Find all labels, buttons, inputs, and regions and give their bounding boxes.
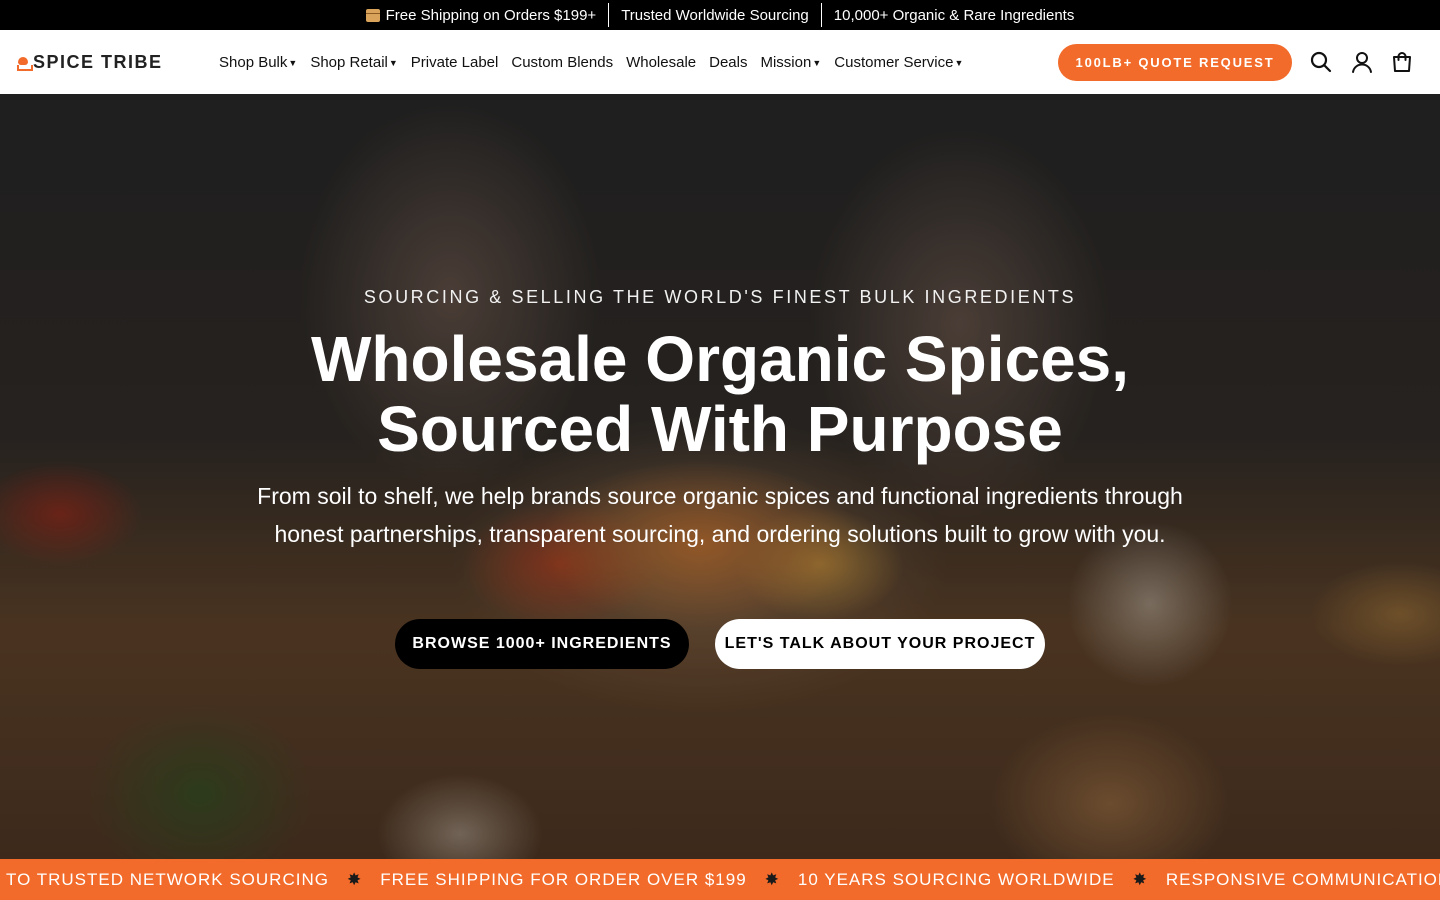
hero-section: SOURCING & SELLING THE WORLD'S FINEST BU…	[0, 94, 1440, 859]
hero-title-line2: Sourced With Purpose	[377, 393, 1063, 465]
caret-down-icon: ▼	[388, 58, 398, 68]
nav-label: Customer Service	[834, 53, 954, 71]
nav-custom-blends[interactable]: Custom Blends	[511, 54, 613, 71]
package-icon	[365, 8, 380, 22]
caret-down-icon: ▼	[288, 58, 298, 68]
nav-label: Custom Blends	[511, 53, 614, 71]
announcement-bar: Free Shipping on Orders $199+ Trusted Wo…	[0, 0, 1440, 30]
tribe-logo-icon	[16, 56, 33, 71]
nav-label: Wholesale	[626, 53, 697, 71]
marquee-track: TO TRUSTED NETWORK SOURCING ✸ FREE SHIPP…	[6, 870, 1440, 890]
account-icon[interactable]	[1350, 50, 1374, 74]
browse-ingredients-button[interactable]: BROWSE 1000+ INGREDIENTS	[395, 619, 689, 669]
caret-down-icon: ▼	[954, 58, 964, 68]
search-icon[interactable]	[1309, 50, 1333, 74]
nav-label: Shop Retail	[310, 53, 388, 71]
benefits-marquee: TO TRUSTED NETWORK SOURCING ✸ FREE SHIPP…	[0, 859, 1440, 900]
caret-down-icon: ▼	[812, 58, 822, 68]
announcement-free-shipping: Free Shipping on Orders $199+	[354, 7, 609, 24]
main-nav: Shop Bulk ▼ Shop Retail ▼ Private Label Cu…	[219, 30, 963, 94]
hero-title-line1: Wholesale Organic Spices,	[310, 323, 1130, 395]
hero-content: SOURCING & SELLING THE WORLD'S FINEST BU…	[0, 94, 1440, 859]
nav-label: Mission	[760, 53, 812, 71]
nav-label: Deals	[709, 53, 748, 71]
announcement-text: Free Shipping on Orders $199+	[385, 6, 597, 24]
hero-title: Wholesale Organic Spices, Sourced With P…	[0, 324, 1440, 464]
marquee-item: RESPONSIVE COMMUNICATION AT YOUR SPEED	[1165, 869, 1440, 889]
talk-project-button[interactable]: LET'S TALK ABOUT YOUR PROJECT	[715, 619, 1045, 669]
announcement-ingredients: 10,000+ Organic & Rare Ingredients	[822, 7, 1087, 24]
quote-request-button[interactable]: 100LB+ QUOTE REQUEST	[1058, 44, 1292, 81]
nav-customer-service[interactable]: Customer Service ▼	[834, 54, 963, 71]
nav-shop-retail[interactable]: Shop Retail ▼	[310, 54, 397, 71]
announcement-text: Trusted Worldwide Sourcing	[621, 6, 809, 24]
cart-icon[interactable]	[1390, 50, 1414, 74]
star-separator-icon: ✸	[1132, 869, 1148, 889]
marquee-item: 10 YEARS SOURCING WORLDWIDE	[797, 869, 1115, 889]
nav-deals[interactable]: Deals	[709, 54, 747, 71]
nav-shop-bulk[interactable]: Shop Bulk ▼	[219, 54, 297, 71]
nav-label: Private Label	[410, 53, 499, 71]
logo[interactable]: SPICE TRIBE	[16, 52, 163, 73]
star-separator-icon: ✸	[346, 869, 363, 889]
star-separator-icon: ✸	[764, 869, 780, 889]
nav-label: Shop Bulk	[219, 53, 288, 71]
announcement-sourcing: Trusted Worldwide Sourcing	[609, 7, 821, 24]
announcement-text: 10,000+ Organic & Rare Ingredients	[833, 6, 1075, 24]
site-header: SPICE TRIBE Shop Bulk ▼ Shop Retail ▼ Priv…	[0, 30, 1440, 94]
marquee-item: TO TRUSTED NETWORK SOURCING	[6, 869, 329, 889]
marquee-item: FREE SHIPPING FOR ORDER OVER $199	[380, 869, 747, 889]
nav-private-label[interactable]: Private Label	[411, 54, 499, 71]
hero-subtitle: From soil to shelf, we help brands sourc…	[257, 483, 1183, 547]
hero-eyebrow: SOURCING & SELLING THE WORLD'S FINEST BU…	[363, 287, 1077, 307]
nav-mission[interactable]: Mission ▼	[760, 54, 821, 71]
logo-text: SPICE TRIBE	[33, 52, 163, 72]
nav-wholesale[interactable]: Wholesale	[626, 54, 696, 71]
